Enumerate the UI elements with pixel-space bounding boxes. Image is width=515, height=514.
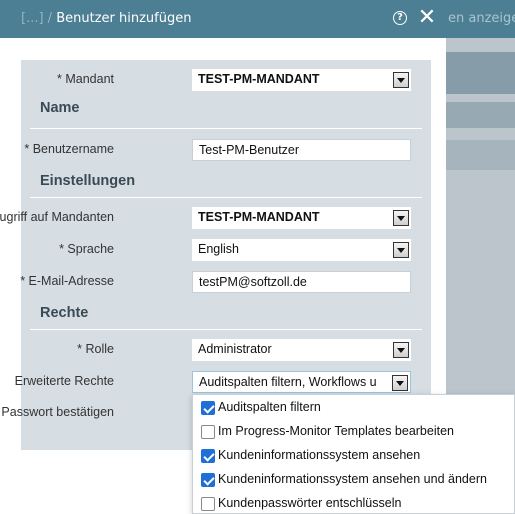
chevron-down-icon[interactable]: [393, 210, 409, 226]
confirm-password-label: Mit Passwort bestätigen: [0, 405, 114, 419]
chevron-down-icon[interactable]: [393, 242, 409, 258]
section-settings: Einstellungen: [40, 173, 136, 189]
dialog-title-text: Benutzer hinzufügen: [56, 11, 192, 26]
chevron-down-icon[interactable]: [393, 342, 409, 358]
checkbox-unchecked[interactable]: [201, 497, 215, 511]
help-icon[interactable]: ?: [393, 11, 407, 25]
mandant-label: * Mandant: [57, 72, 114, 86]
option-label: Kundenpasswörter entschlüsseln: [218, 496, 402, 510]
email-field[interactable]: testPM@softzoll.de: [192, 271, 411, 293]
mandant-select[interactable]: TEST-PM-MANDANT: [192, 69, 411, 91]
username-field[interactable]: Test-PM-Benutzer: [192, 139, 411, 161]
mandant-value: TEST-PM-MANDANT: [198, 72, 320, 86]
access-label: Zugriff auf Mandanten: [0, 210, 114, 224]
section-divider: [30, 329, 422, 330]
checkbox-checked[interactable]: [201, 401, 215, 415]
access-select[interactable]: TEST-PM-MANDANT: [192, 207, 411, 229]
email-label: * E-Mail-Adresse: [20, 274, 114, 288]
background-header-text: en anzeige: [448, 11, 515, 26]
role-select[interactable]: Administrator: [192, 339, 411, 361]
close-icon[interactable]: ✕: [417, 7, 437, 29]
extended-rights-dropdown: Auditspalten filtern Im Progress-Monitor…: [192, 394, 515, 514]
chevron-down-icon[interactable]: [393, 72, 409, 88]
option-label: Kundeninformationssystem ansehen und änd…: [218, 472, 487, 486]
chevron-down-icon[interactable]: [392, 375, 408, 391]
breadcrumb[interactable]: [...] /: [21, 11, 52, 26]
option-label: Kundeninformationssystem ansehen: [218, 448, 421, 462]
language-label: * Sprache: [59, 242, 114, 256]
section-rights: Rechte: [40, 305, 89, 321]
language-value: English: [198, 242, 239, 256]
checkbox-checked[interactable]: [201, 473, 215, 487]
section-name: Name: [40, 100, 80, 116]
checkbox-unchecked[interactable]: [201, 425, 215, 439]
role-value: Administrator: [198, 342, 272, 356]
username-label: * Benutzername: [24, 142, 114, 156]
dialog-title: [...] / Benutzer hinzufügen: [21, 11, 191, 26]
extended-rights-select[interactable]: Auditspalten filtern, Workflows u: [192, 371, 411, 393]
extended-rights-label: Erweiterte Rechte: [14, 374, 114, 388]
option-label: Auditspalten filtern: [218, 400, 321, 414]
extended-rights-value: Auditspalten filtern, Workflows u: [199, 375, 377, 389]
checkbox-checked[interactable]: [201, 449, 215, 463]
role-label: * Rolle: [77, 342, 114, 356]
section-divider: [30, 197, 422, 198]
section-divider: [30, 128, 422, 129]
option-label: Im Progress-Monitor Templates bearbeiten: [218, 424, 454, 438]
dialog-titlebar: [...] / Benutzer hinzufügen ? ✕: [0, 0, 446, 38]
language-select[interactable]: English: [192, 239, 411, 261]
access-value: TEST-PM-MANDANT: [198, 210, 320, 224]
